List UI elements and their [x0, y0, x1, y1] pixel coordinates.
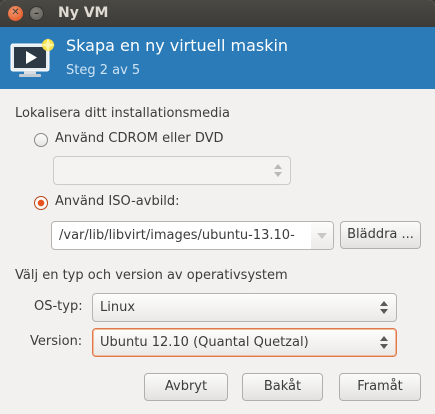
iso-path-input[interactable]: /var/lib/libvirt/images/ubuntu-13.10-: [59, 228, 295, 243]
os-type-select[interactable]: Linux: [92, 293, 397, 322]
cancel-button[interactable]: Avbryt: [144, 373, 228, 401]
cdrom-radio[interactable]: [34, 133, 48, 147]
select-arrows-icon: [380, 299, 388, 316]
new-vm-window: ✕ – Ny VM Skapa en ny virtuell maskin St…: [0, 0, 435, 414]
title-bar: ✕ – Ny VM: [0, 0, 435, 27]
os-heading: Välj en typ och version av operativsyste…: [15, 268, 288, 283]
os-version-select[interactable]: Ubuntu 12.10 (Quantal Quetzal): [92, 328, 397, 357]
iso-radio[interactable]: [34, 196, 48, 210]
wizard-step: Steg 2 av 5: [66, 63, 141, 78]
select-arrows-icon: [274, 162, 282, 179]
cdrom-radio-label[interactable]: Använd CDROM eller DVD: [55, 131, 224, 146]
iso-radio-label[interactable]: Använd ISO-avbild:: [55, 194, 180, 209]
back-button[interactable]: Bakåt: [242, 373, 323, 401]
os-version-value: Ubuntu 12.10 (Quantal Quetzal): [100, 335, 309, 350]
wizard-title: Skapa en ny virtuell maskin: [66, 36, 289, 55]
minimize-icon: –: [34, 8, 39, 19]
close-icon: ✕: [11, 7, 20, 18]
wizard-header: Skapa en ny virtuell maskin Steg 2 av 5: [0, 27, 435, 89]
monitor-play-icon: [10, 38, 55, 77]
cdrom-device-select: [53, 156, 291, 185]
close-window-button[interactable]: ✕: [8, 6, 23, 21]
forward-button[interactable]: Framåt: [339, 373, 421, 401]
version-label: Version:: [30, 334, 83, 349]
iso-path-combo[interactable]: /var/lib/libvirt/images/ubuntu-13.10-: [51, 221, 334, 250]
minimize-window-button[interactable]: –: [29, 6, 44, 21]
select-arrows-icon: [380, 334, 388, 351]
dropdown-arrow-icon[interactable]: [311, 222, 333, 249]
install-media-heading: Lokalisera ditt installationsmedia: [15, 106, 230, 121]
window-title: Ny VM: [58, 5, 109, 21]
os-type-label: OS-typ:: [34, 299, 83, 314]
os-type-value: Linux: [100, 300, 136, 315]
browse-button[interactable]: Bläddra ...: [340, 221, 421, 249]
